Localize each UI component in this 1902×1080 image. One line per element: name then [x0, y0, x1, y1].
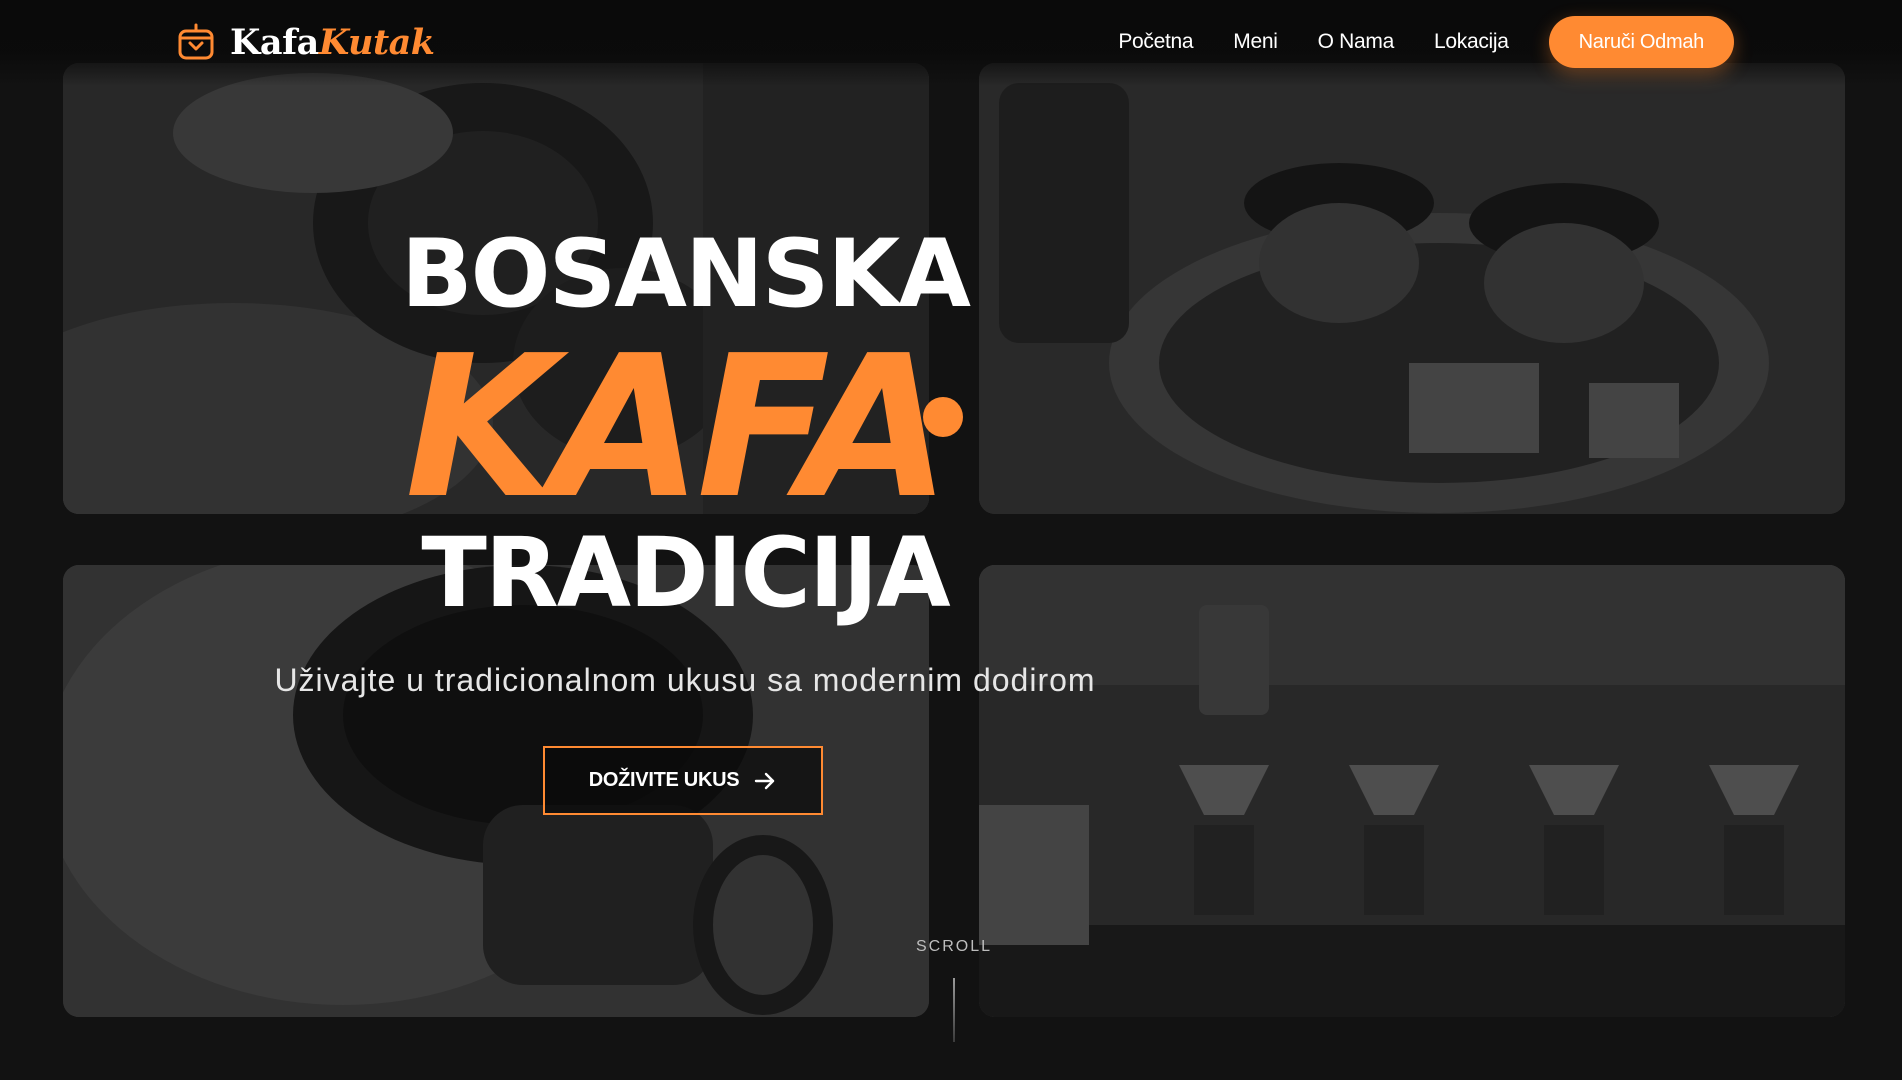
brand-name-first: Kafa [230, 21, 319, 63]
landing-page: Kafa Kutak Početna Meni O Nama Lokacija N… [0, 0, 1902, 1080]
nav-link-pocetna[interactable]: Početna [1118, 30, 1193, 54]
order-now-button[interactable]: Naruči Odmah [1548, 16, 1734, 68]
top-navigation-bar: Kafa Kutak Početna Meni O Nama Lokacija N… [0, 0, 1902, 86]
pour-over-bar-photo [979, 565, 1845, 1017]
hero-title-highlight: KAFA [405, 314, 951, 542]
brand-name-second: Kutak [318, 21, 435, 63]
hero-title-line-3: TRADICIJA [421, 517, 950, 629]
nav-link-o-nama[interactable]: O Nama [1318, 30, 1395, 54]
brand-logo[interactable]: Kafa Kutak [176, 20, 435, 64]
experience-taste-label: DOŽIVITE UKUS [588, 769, 740, 791]
scroll-indicator-line [953, 978, 955, 1042]
coffee-box-icon [178, 23, 214, 60]
nav-link-lokacija[interactable]: Lokacija [1434, 30, 1509, 54]
accent-dot [923, 397, 963, 437]
experience-taste-button[interactable]: DOŽIVITE UKUS [543, 746, 823, 815]
bosnian-coffee-set-photo [979, 63, 1845, 514]
nav-link-meni[interactable]: Meni [1233, 30, 1278, 54]
hero-subtitle: Uživajte u tradicionalnom ukusu sa moder… [274, 662, 1096, 698]
hero-title-line-1: BOSANSKA [401, 220, 971, 329]
main-nav: Početna Meni O Nama Lokacija Naruči Odma… [1078, 16, 1734, 68]
scroll-indicator-label[interactable]: SCROLL [906, 938, 1002, 956]
arrow-right-icon [755, 772, 775, 789]
